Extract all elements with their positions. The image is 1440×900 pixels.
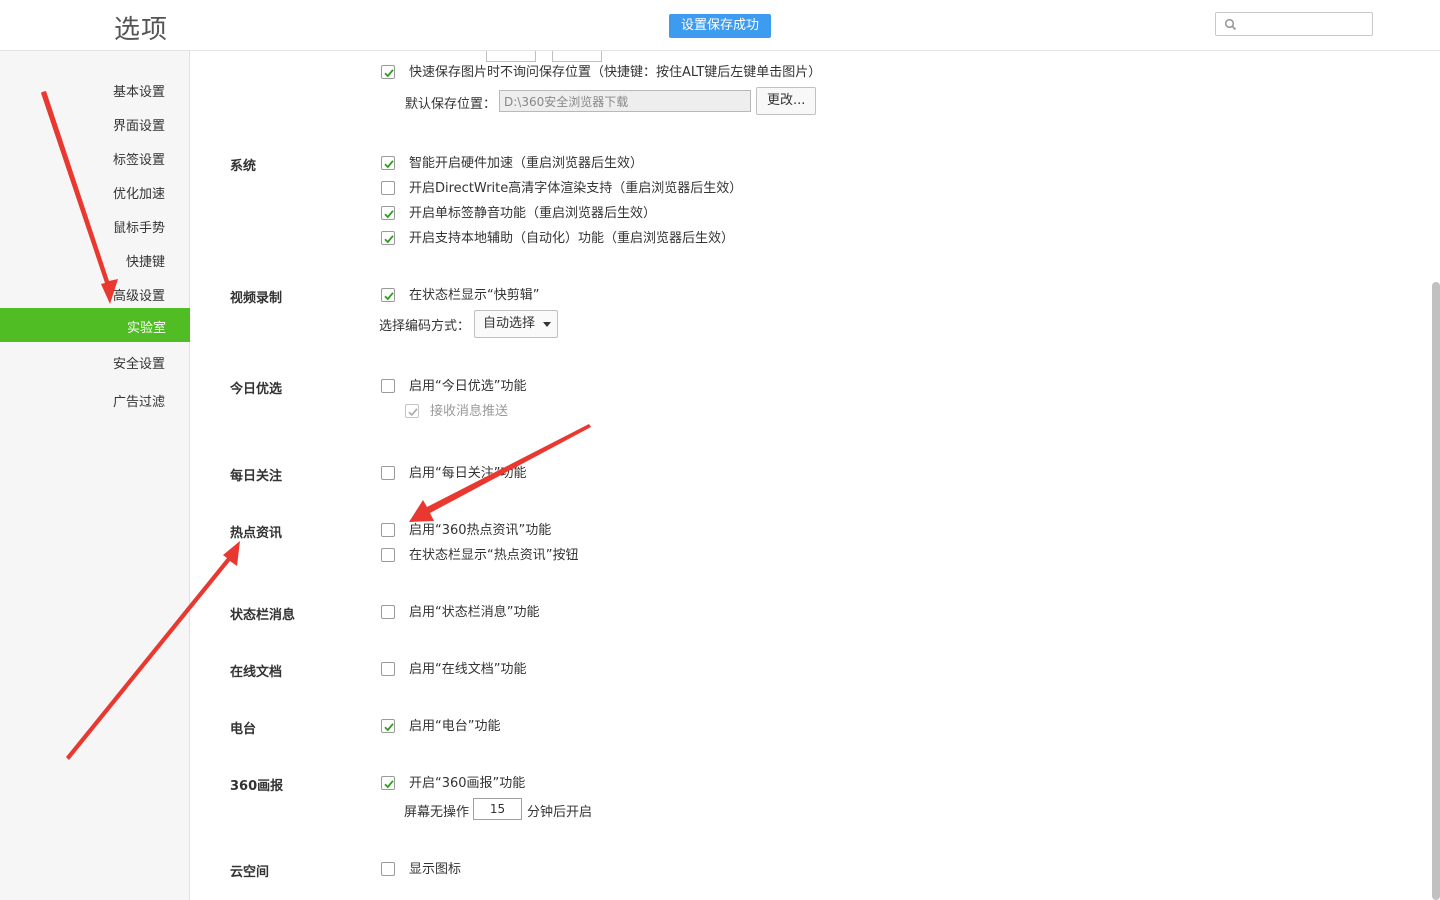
search-icon (1224, 18, 1237, 31)
section-title-system: 系统 (230, 159, 257, 174)
sidebar-item-advanced[interactable]: 高级设置 (113, 285, 165, 304)
option-label: 启用“每日关注”功能 (409, 466, 527, 481)
option-label: 启用“在线文档”功能 (409, 662, 527, 677)
save-path-field: D:\360安全浏览器下载 (499, 90, 751, 112)
option-label: 在状态栏显示“热点资讯”按钮 (409, 548, 579, 563)
sidebar-item-tabs[interactable]: 标签设置 (113, 149, 165, 168)
encode-select[interactable]: 自动选择 (474, 310, 559, 338)
partial-input[interactable] (552, 51, 602, 62)
sidebar-item-shortcuts[interactable]: 快捷键 (126, 251, 165, 270)
sidebar-item-adblock[interactable]: 广告过滤 (113, 391, 165, 410)
section-title-video: 视频录制 (230, 291, 283, 306)
sidebar-item-mouse-gestures[interactable]: 鼠标手势 (113, 217, 165, 236)
checkbox[interactable] (381, 379, 395, 393)
sidebar: 基本设置 界面设置 标签设置 优化加速 鼠标手势 快捷键 高级设置 实验室 安全… (0, 51, 190, 900)
sidebar-item-basic[interactable]: 基本设置 (113, 81, 165, 100)
encode-label: 选择编码方式： (379, 319, 471, 334)
section-title-pictorial: 360画报 (230, 779, 284, 794)
change-path-button[interactable]: 更改... (756, 87, 817, 115)
search-input[interactable] (1215, 12, 1373, 36)
checkbox[interactable] (381, 548, 395, 562)
checkbox[interactable] (381, 181, 395, 195)
section-title-docs: 在线文档 (230, 665, 283, 680)
checkbox[interactable] (381, 206, 395, 220)
sidebar-item-security[interactable]: 安全设置 (113, 353, 165, 372)
option-label: 启用“今日优选”功能 (409, 379, 527, 394)
option-label: 启用“360热点资讯”功能 (409, 523, 552, 538)
partial-input[interactable] (486, 51, 536, 62)
option-label: 启用“状态栏消息”功能 (409, 605, 540, 620)
option-label: 快速保存图片时不询问保存位置（快捷键：按住ALT键后左键单击图片） (409, 65, 822, 80)
checkbox[interactable] (381, 288, 395, 302)
idle-suffix-label: 分钟后开启 (527, 805, 593, 820)
checkbox[interactable] (381, 65, 395, 79)
option-label: 开启单标签静音功能（重启浏览器后生效） (409, 206, 657, 221)
idle-minutes-input[interactable]: 15 (473, 798, 522, 820)
section-title-statusbar: 状态栏消息 (230, 608, 296, 623)
save-success-toast: 设置保存成功 (669, 14, 772, 38)
sidebar-item-interface[interactable]: 界面设置 (113, 115, 165, 134)
encode-select-value: 自动选择 (483, 316, 536, 331)
checkbox[interactable] (381, 776, 395, 790)
option-label: 在状态栏显示“快剪辑” (409, 288, 540, 303)
option-label: 开启DirectWrite高清字体渲染支持（重启浏览器后生效） (409, 181, 743, 196)
page-title: 选项 (114, 15, 169, 45)
checkbox[interactable] (381, 231, 395, 245)
checkbox[interactable] (381, 605, 395, 619)
option-label: 启用“电台”功能 (409, 719, 501, 734)
section-title-hot: 热点资讯 (230, 526, 283, 541)
scrollbar[interactable] (1432, 282, 1440, 900)
option-label: 接收消息推送 (430, 404, 509, 419)
section-title-today: 今日优选 (230, 382, 283, 397)
section-title-daily: 每日关注 (230, 469, 283, 484)
checkbox[interactable] (381, 466, 395, 480)
section-title-cloud: 云空间 (230, 865, 270, 880)
checkbox (405, 404, 419, 418)
option-label: 开启“360画报”功能 (409, 776, 526, 791)
option-label: 显示图标 (409, 862, 462, 877)
section-title-radio: 电台 (230, 722, 257, 737)
idle-prefix-label: 屏幕无操作 (404, 805, 470, 820)
chevron-down-icon (543, 322, 552, 327)
checkbox[interactable] (381, 156, 395, 170)
save-path-label: 默认保存位置： (405, 97, 497, 112)
sidebar-item-optimize[interactable]: 优化加速 (113, 183, 165, 202)
checkbox[interactable] (381, 719, 395, 733)
sidebar-item-label: 实验室 (126, 321, 166, 336)
option-label: 开启支持本地辅助（自动化）功能（重启浏览器后生效） (409, 231, 735, 246)
checkbox[interactable] (381, 523, 395, 537)
settings-content: 快速保存图片时不询问保存位置（快捷键：按住ALT键后左键单击图片） 默认保存位置… (190, 51, 1430, 900)
header: 选项 设置保存成功 (0, 0, 1440, 51)
sidebar-item-lab[interactable]: 实验室 (0, 308, 190, 342)
checkbox[interactable] (381, 862, 395, 876)
option-label: 智能开启硬件加速（重启浏览器后生效） (409, 156, 644, 171)
checkbox[interactable] (381, 662, 395, 676)
